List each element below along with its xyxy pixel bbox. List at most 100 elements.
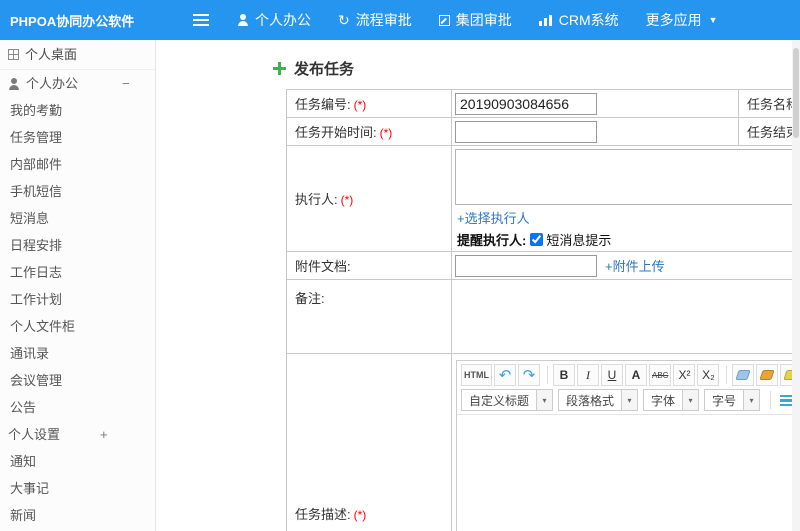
required-mark: (*) <box>353 508 367 522</box>
nav-group-approval[interactable]: 集团审批 <box>438 10 512 30</box>
page-title: 发布任务 <box>273 58 800 79</box>
task-name-label: 任务名称:(*) <box>738 89 800 118</box>
sidebar-item-label: 短消息 <box>10 211 50 226</box>
editor-content-area[interactable] <box>457 414 800 531</box>
html-source-button[interactable]: HTML <box>461 364 492 386</box>
remark-cell <box>451 279 800 354</box>
hamburger-menu-icon[interactable] <box>193 14 209 26</box>
sidebar-item-events[interactable]: 大事记 <box>0 475 155 502</box>
crm-chart-icon <box>538 14 553 26</box>
sidebar-item-task-management[interactable]: 任务管理 <box>0 124 155 151</box>
sidebar-item-internal-mail[interactable]: 内部邮件 <box>0 151 155 178</box>
sidebar-item-meeting[interactable]: 会议管理 <box>0 367 155 394</box>
description-cell: HTML ↶ ↷ B I U A ABC X² X₂ 自定义标题 ▾ 段落格式 … <box>451 353 800 531</box>
executor-cell: +选择执行人 提醒执行人: 短消息提示 <box>451 145 800 252</box>
add-task-icon <box>273 62 286 75</box>
sidebar-item-schedule[interactable]: 日程安排 <box>0 232 155 259</box>
app-logo: PHPOA协同办公软件 <box>10 13 135 29</box>
task-number-input[interactable] <box>455 92 597 115</box>
dropdown-label: 段落格式 <box>566 393 615 408</box>
heading-dropdown[interactable]: 自定义标题 ▾ <box>461 389 554 411</box>
nav-label: 个人办公 <box>255 12 311 28</box>
format-painter-button[interactable] <box>756 364 779 386</box>
font-size-dropdown[interactable]: 字号 ▾ <box>704 389 761 411</box>
sidebar-item-sms[interactable]: 手机短信 <box>0 178 155 205</box>
underline-glyph: U <box>607 368 617 382</box>
label-text: 附件文档: <box>295 259 351 274</box>
toolbar-separator <box>770 391 772 409</box>
sms-remind-option-label: 短消息提示 <box>546 233 612 248</box>
choose-executor-link[interactable]: +选择执行人 <box>457 208 530 227</box>
sidebar-item-label: 个人设置 <box>8 427 61 442</box>
sidebar-item-label: 工作计划 <box>10 292 63 307</box>
caret-down-icon: ▾ <box>621 390 638 410</box>
attachment-input[interactable] <box>455 254 597 277</box>
font-button[interactable]: A <box>625 364 647 386</box>
label-text: 任务开始时间: <box>295 125 377 140</box>
required-mark: (*) <box>340 193 354 207</box>
expand-icon[interactable]: + <box>100 421 108 448</box>
dropdown-label: 字体 <box>651 393 676 408</box>
subscript-button[interactable]: X₂ <box>697 364 720 386</box>
sidebar-item-label: 手机短信 <box>10 184 63 199</box>
sms-remind-checkbox[interactable] <box>530 233 544 246</box>
sidebar-item-label: 任务管理 <box>10 130 63 145</box>
remark-textarea[interactable] <box>455 284 800 350</box>
executor-label: 执行人: (*) <box>286 145 452 252</box>
sidebar-item-notice[interactable]: 通知 <box>0 448 155 475</box>
superscript-button[interactable]: X² <box>673 364 696 386</box>
nav-personal-office[interactable]: 个人办公 <box>237 10 311 30</box>
sidebar-item-desktop[interactable]: 个人桌面 <box>0 40 155 70</box>
eraser-button[interactable] <box>732 364 755 386</box>
description-label: 任务描述: (*) <box>286 353 452 531</box>
underline-button[interactable]: U <box>601 364 623 386</box>
sidebar-item-label: 个人桌面 <box>25 46 78 62</box>
sidebar-item-work-log[interactable]: 工作日志 <box>0 259 155 286</box>
sidebar-item-file-cabinet[interactable]: 个人文件柜 <box>0 313 155 340</box>
nav-more-apps[interactable]: 更多应用 ▼ <box>646 10 718 30</box>
scrollbar-thumb[interactable] <box>793 48 799 138</box>
attachment-label: 附件文档: <box>286 251 452 280</box>
start-time-input[interactable] <box>455 120 597 143</box>
sidebar-item-contacts[interactable]: 通讯录 <box>0 340 155 367</box>
undo-button[interactable]: ↶ <box>494 364 516 386</box>
nav-process-approval[interactable]: ↻ 流程审批 <box>338 10 412 30</box>
paragraph-format-dropdown[interactable]: 段落格式 ▾ <box>558 389 639 411</box>
executor-box[interactable] <box>455 149 800 205</box>
sidebar-item-short-message[interactable]: 短消息 <box>0 205 155 232</box>
required-mark: (*) <box>353 98 367 112</box>
top-navbar: PHPOA协同办公软件 个人办公 ↻ 流程审批 集团审批 CRM系统 更多应用 … <box>0 0 800 40</box>
bold-button[interactable]: B <box>553 364 575 386</box>
font-family-dropdown[interactable]: 字体 ▾ <box>643 389 700 411</box>
task-number-label: 任务编号: (*) <box>286 89 452 118</box>
brush-icon <box>759 370 776 380</box>
nav-crm-system[interactable]: CRM系统 <box>538 10 619 30</box>
sidebar-item-label: 会议管理 <box>10 373 63 388</box>
sidebar-item-attendance[interactable]: 我的考勤 <box>0 97 155 124</box>
attachment-upload-link[interactable]: +附件上传 <box>605 256 665 275</box>
editor-toolbar-row2: 自定义标题 ▾ 段落格式 ▾ 字体 ▾ 字号 ▾ <box>457 389 800 414</box>
vertical-scrollbar[interactable] <box>792 40 800 531</box>
main-content: 发布任务 任务编号:(*) 任务名称:(*) 任务开始时间:(*) 任务结束时间… <box>157 40 800 531</box>
page-title-text: 发布任务 <box>294 61 355 78</box>
strikethrough-button[interactable]: ABC <box>649 364 672 386</box>
user-icon <box>8 77 20 90</box>
sidebar-group-personal-office[interactable]: 个人办公 − <box>0 70 155 97</box>
sidebar-item-announcement[interactable]: 公告 <box>0 394 155 421</box>
sidebar-item-label: 通知 <box>10 454 37 469</box>
user-icon <box>237 14 249 26</box>
sidebar-item-news[interactable]: 新闻 <box>0 502 155 529</box>
nav-label: 更多应用 <box>645 12 702 28</box>
sidebar-group-settings[interactable]: 个人设置 + <box>0 421 155 448</box>
required-mark: (*) <box>379 126 393 140</box>
app-window: PHPOA协同办公软件 个人办公 ↻ 流程审批 集团审批 CRM系统 更多应用 … <box>0 0 800 531</box>
label-text: 执行人: <box>295 192 338 207</box>
dropdown-label: 字号 <box>712 393 737 408</box>
caret-down-icon: ▾ <box>743 390 760 410</box>
collapse-icon[interactable]: − <box>122 70 130 97</box>
sidebar-item-work-plan[interactable]: 工作计划 <box>0 286 155 313</box>
attachment-cell: +附件上传 <box>451 251 800 280</box>
redo-button[interactable]: ↷ <box>518 364 540 386</box>
remark-label: 备注: <box>286 279 452 354</box>
italic-button[interactable]: I <box>577 364 599 386</box>
